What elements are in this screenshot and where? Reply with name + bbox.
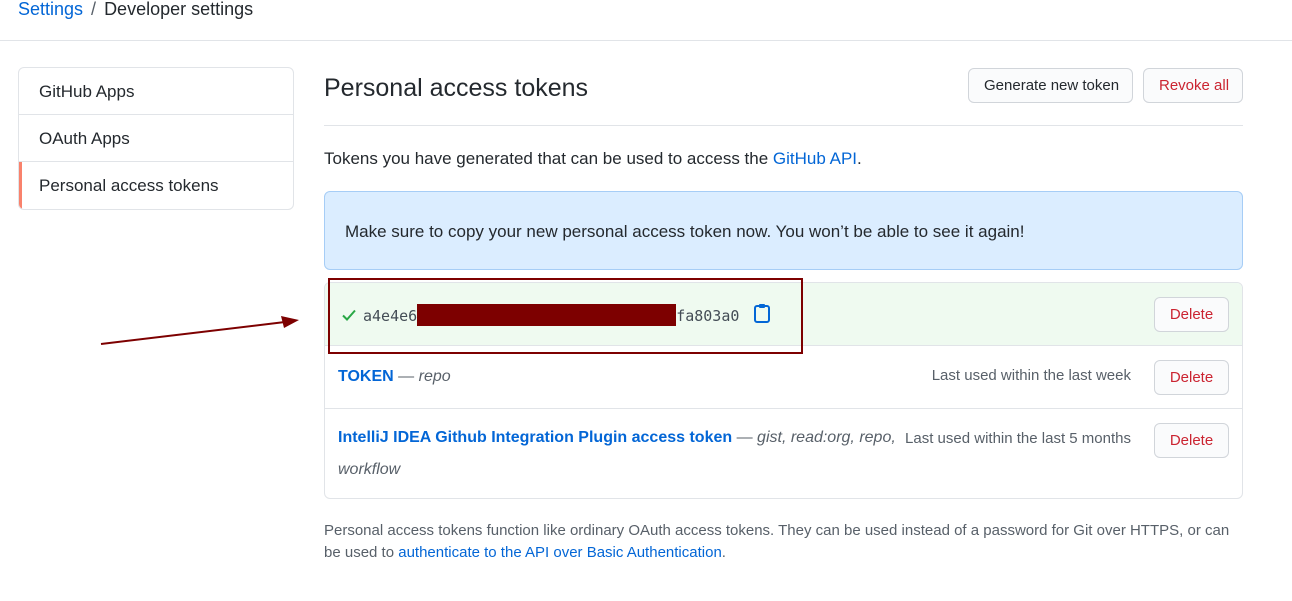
revoke-all-button[interactable]: Revoke all	[1143, 68, 1243, 103]
token-row: TOKEN — repo Last used within the last w…	[325, 346, 1242, 409]
delete-token-button[interactable]: Delete	[1154, 423, 1229, 458]
settings-sidebar: GitHub Apps OAuth Apps Personal access t…	[18, 67, 294, 210]
basic-auth-link[interactable]: authenticate to the API over Basic Authe…	[398, 544, 722, 561]
top-bar: Settings / Developer settings	[0, 0, 1292, 41]
sidebar-item-oauth-apps[interactable]: OAuth Apps	[19, 115, 293, 162]
tokens-description: Tokens you have generated that can be us…	[324, 148, 862, 170]
token-description: TOKEN — repo	[338, 361, 451, 393]
delete-new-token-button[interactable]: Delete	[1154, 297, 1229, 332]
breadcrumb-settings-link[interactable]: Settings	[18, 0, 83, 19]
sidebar-item-github-apps[interactable]: GitHub Apps	[19, 68, 293, 115]
delete-token-button[interactable]: Delete	[1154, 360, 1229, 395]
token-scopes: repo	[418, 368, 451, 385]
token-dash: —	[736, 429, 753, 446]
copy-token-flash: Make sure to copy your new personal acce…	[324, 191, 1243, 270]
breadcrumb-current: Developer settings	[104, 0, 254, 19]
generate-new-token-button[interactable]: Generate new token	[968, 68, 1133, 103]
page-title: Personal access tokens	[324, 74, 589, 102]
description-suffix: .	[857, 149, 862, 168]
annotation-arrow-icon	[100, 316, 299, 345]
token-dash: —	[398, 368, 415, 385]
token-last-used: Last used within the last 5 months	[905, 430, 1131, 447]
token-description: IntelliJ IDEA Github Integration Plugin …	[338, 422, 898, 486]
annotation-highlight-box	[328, 278, 803, 354]
description-text: Tokens you have generated that can be us…	[324, 149, 773, 168]
sidebar-item-personal-access-tokens[interactable]: Personal access tokens	[19, 162, 293, 209]
breadcrumb-separator: /	[91, 0, 97, 19]
token-row: IntelliJ IDEA Github Integration Plugin …	[325, 409, 1242, 498]
token-last-used: Last used within the last week	[931, 367, 1131, 384]
page-header: Personal access tokens Generate new toke…	[324, 60, 1243, 126]
main-content: Personal access tokens Generate new toke…	[324, 60, 1243, 561]
breadcrumb: Settings / Developer settings	[18, 0, 253, 22]
footer-note-suffix: .	[721, 544, 726, 561]
token-name-link[interactable]: IntelliJ IDEA Github Integration Plugin …	[338, 429, 732, 446]
token-name-link[interactable]: TOKEN	[338, 368, 394, 385]
github-api-link[interactable]: GitHub API	[773, 149, 857, 168]
tokens-footer-note: Personal access tokens function like ord…	[324, 520, 1243, 564]
